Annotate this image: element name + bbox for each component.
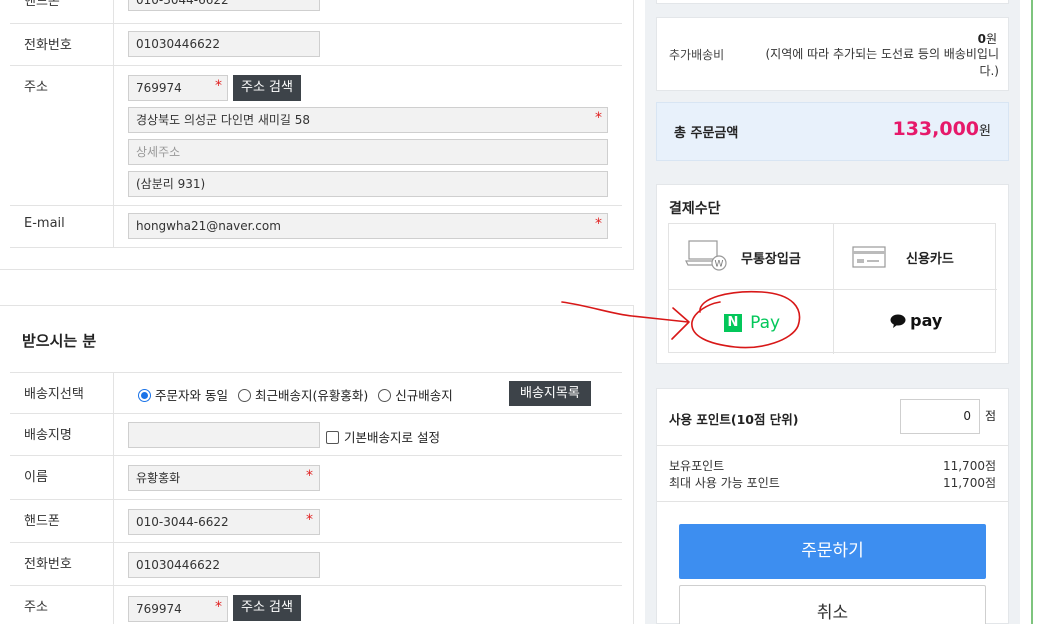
credit-card-label: 신용카드 (906, 252, 954, 267)
orderer-panel: 핸드폰 010-3044-6622 * 전화번호 01030446622 주소 … (0, 0, 634, 270)
orderer-mobile-row: 핸드폰 010-3044-6622 * (10, 0, 622, 24)
order-button[interactable]: 주문하기 (679, 524, 986, 579)
required-star: * (595, 110, 602, 126)
credit-card-icon (852, 246, 886, 268)
extra-shipping-label: 추가배송비 (669, 48, 725, 62)
divider (657, 501, 1008, 502)
max-points-value: 11,700점 (942, 476, 996, 490)
page-border (1031, 0, 1033, 624)
recipient-name-row: 이름 유황홍화 * (10, 456, 622, 500)
total-label: 총 주문금액 (674, 126, 739, 141)
svg-text:W: W (715, 260, 724, 270)
recipient-mobile-input[interactable]: 010-3044-6622 (128, 509, 320, 535)
max-points-label: 최대 사용 가능 포인트 (669, 476, 780, 490)
pay-credit-card[interactable]: 신용카드 (833, 224, 997, 289)
dest-select-label: 배송지선택 (24, 387, 84, 402)
recipient-mobile-label: 핸드폰 (24, 514, 60, 529)
payment-box: 결제수단 W 무통장입금 신용카드 N Pay pay (656, 184, 1009, 364)
recipient-name-input[interactable]: 유황홍화 (128, 465, 320, 491)
orderer-address1-input[interactable]: 경상북도 의성군 다인면 새미길 58 (128, 107, 608, 133)
orderer-mobile-input[interactable]: 010-3044-6622 (128, 0, 320, 11)
dest-list-button[interactable]: 배송지목록 (509, 381, 591, 406)
held-points-label: 보유포인트 (669, 459, 725, 473)
orderer-address3-input[interactable]: (삼분리 931) (128, 171, 608, 197)
orderer-email-input[interactable]: hongwha21@naver.com (128, 213, 608, 239)
checkbox-icon (326, 431, 339, 444)
required-star: * (306, 468, 313, 484)
orderer-address-row: 주소 769974 * 주소 검색 경상북도 의성군 다인면 새미길 58 * … (10, 66, 622, 206)
cancel-button[interactable]: 취소 (679, 585, 986, 624)
radio-icon (237, 389, 251, 402)
npay-logo: N Pay (724, 313, 780, 333)
recipient-address-row: 주소 769974 * 주소 검색 (10, 586, 622, 624)
recipient-name-label: 이름 (24, 470, 48, 485)
order-form: 핸드폰 010-3044-6622 * 전화번호 01030446622 주소 … (0, 0, 634, 624)
extra-shipping-note: (지역에 따라 추가되는 도선료 등의 배송비입니다.) (765, 47, 999, 78)
kakaopay-logo: pay (890, 311, 942, 330)
radio-checked-icon (138, 389, 151, 402)
orderer-zip-input[interactable]: 769974 (128, 75, 228, 101)
orderer-mobile-label: 핸드폰 (24, 0, 60, 9)
dest-name-input[interactable] (128, 422, 320, 448)
divider (657, 445, 1008, 446)
pay-naver-pay[interactable]: N Pay (669, 289, 833, 354)
speech-bubble-icon (890, 314, 906, 328)
opt-new-radio[interactable]: 신규배송지 (378, 388, 453, 403)
opt-same-radio[interactable]: 주문자와 동일 (138, 388, 228, 403)
orderer-email-row: E-mail hongwha21@naver.com * (10, 206, 622, 248)
recipient-phone-label: 전화번호 (24, 557, 72, 572)
held-points-value: 11,700점 (942, 459, 996, 473)
extra-shipping-amount: 0원 (977, 32, 997, 46)
required-star: * (215, 78, 222, 94)
required-star: * (306, 0, 313, 2)
use-points-input[interactable]: 0 (900, 399, 980, 434)
orderer-phone-row: 전화번호 01030446622 (10, 24, 622, 66)
recipient-section-title: 받으시는 분 (22, 332, 97, 350)
recipient-zip-input[interactable]: 769974 (128, 596, 228, 622)
total-amount: 133,000원 (892, 118, 991, 140)
pay-kakao-pay[interactable]: pay (833, 289, 997, 354)
extra-shipping-box: 0원 추가배송비 (지역에 따라 추가되는 도선료 등의 배송비입니다.) (656, 17, 1009, 91)
orderer-address-label: 주소 (24, 80, 48, 95)
payment-options: W 무통장입금 신용카드 N Pay pay (668, 223, 997, 354)
orderer-address-search-button[interactable]: 주소 검색 (233, 75, 301, 101)
laptop-won-icon: W (685, 240, 727, 271)
required-star: * (306, 512, 313, 528)
npay-n-icon: N (724, 314, 742, 332)
recipient-dest-name-row: 배송지명 기본배송지로 설정 (10, 414, 622, 456)
recipient-address-search-button[interactable]: 주소 검색 (233, 595, 301, 621)
recipient-dest-select-row: 배송지선택 주문자와 동일 최근배송지(유황홍화) 신규배송지 배송지목록 (10, 372, 622, 414)
orderer-email-label: E-mail (24, 216, 65, 231)
use-points-label: 사용 포인트(10점 단위) (669, 412, 799, 427)
required-star: * (215, 599, 222, 615)
dest-name-label: 배송지명 (24, 428, 72, 443)
orderer-phone-input[interactable]: 01030446622 (128, 31, 320, 57)
recipient-phone-row: 전화번호 01030446622 (10, 543, 622, 586)
pay-bank-transfer[interactable]: W 무통장입금 (669, 224, 833, 289)
opt-recent-radio[interactable]: 최근배송지(유황홍화) (237, 388, 368, 403)
recipient-address-label: 주소 (24, 600, 48, 615)
payment-title: 결제수단 (669, 201, 721, 217)
required-star: * (595, 216, 602, 232)
summary-top-box (656, 0, 1009, 4)
orderer-phone-label: 전화번호 (24, 38, 72, 53)
radio-icon (378, 389, 392, 402)
dest-options: 주문자와 동일 최근배송지(유황홍화) 신규배송지 (138, 385, 453, 404)
total-box: 총 주문금액 133,000원 (656, 102, 1009, 161)
orderer-address2-input[interactable]: 상세주소 (128, 139, 608, 165)
recipient-mobile-row: 핸드폰 010-3044-6622 * (10, 500, 622, 543)
bank-transfer-label: 무통장입금 (741, 252, 801, 267)
points-unit: 점 (985, 409, 997, 423)
recipient-phone-input[interactable]: 01030446622 (128, 552, 320, 578)
default-dest-checkbox[interactable]: 기본배송지로 설정 (326, 427, 440, 446)
